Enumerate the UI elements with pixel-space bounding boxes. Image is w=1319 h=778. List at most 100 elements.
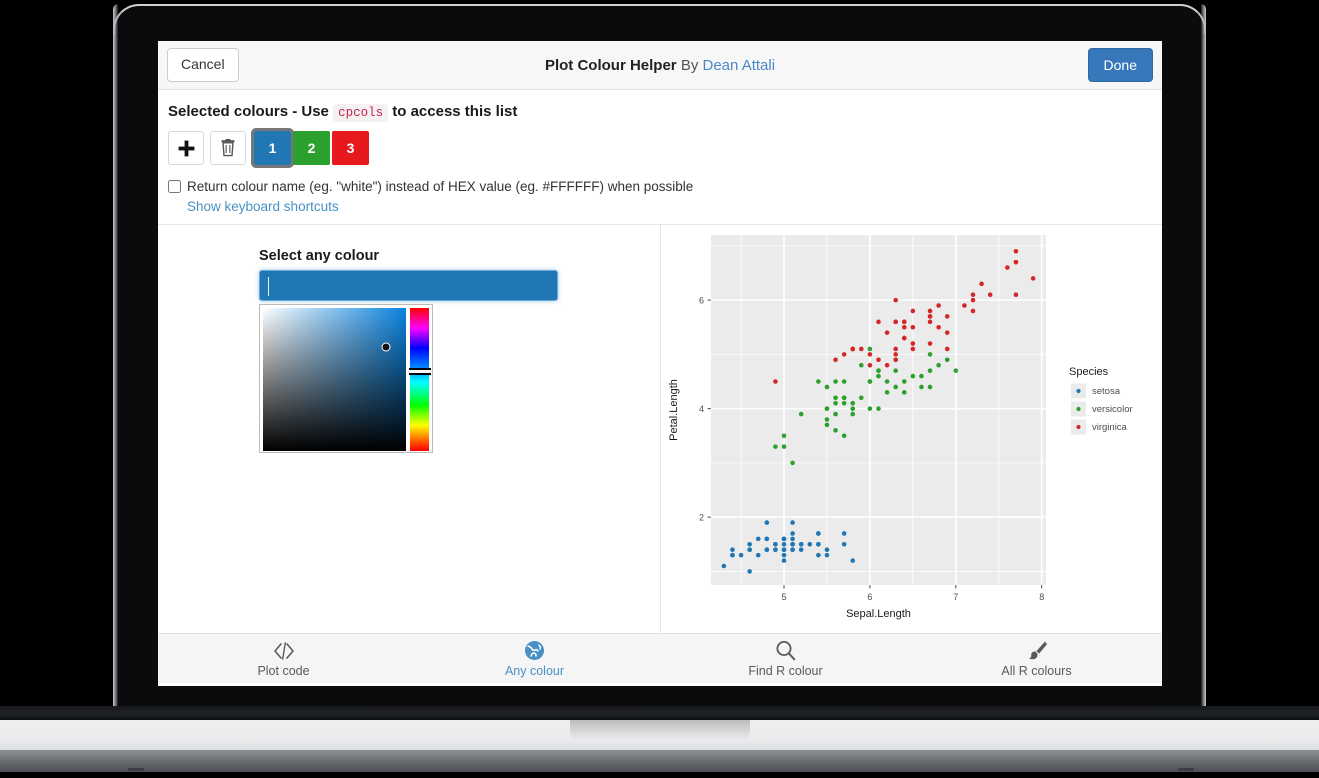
laptop-foot-dimple-left — [128, 768, 144, 771]
data-point — [867, 406, 873, 411]
x-tick-label: 6 — [867, 592, 872, 602]
data-point — [944, 346, 950, 352]
text-caret — [268, 277, 269, 296]
x-axis-label: Sepal.Length — [846, 608, 911, 620]
data-point — [1005, 265, 1010, 270]
hue-slider[interactable] — [408, 308, 431, 451]
data-point — [850, 406, 856, 411]
data-point — [893, 346, 898, 352]
data-point — [910, 373, 916, 379]
data-point — [884, 330, 890, 335]
data-point — [841, 531, 847, 536]
show-keyboard-shortcuts-link[interactable]: Show keyboard shortcuts — [187, 199, 339, 214]
data-point — [730, 552, 735, 558]
plot-svg: 5 6 7 8 2 4 6 Sepal.Length Petal.Length Species se… — [661, 225, 1162, 633]
data-point — [936, 303, 941, 308]
data-point — [850, 400, 856, 406]
data-point — [1013, 259, 1019, 265]
data-point — [919, 373, 924, 379]
author-link[interactable]: Dean Attali — [703, 57, 776, 74]
data-point — [798, 547, 804, 553]
data-point — [867, 362, 873, 368]
data-point — [936, 324, 941, 330]
colour-picker-pane: Select any colour — [158, 225, 661, 633]
data-point — [773, 542, 778, 547]
laptop-trackpad-notch — [570, 720, 750, 742]
add-colour-button[interactable] — [168, 131, 204, 165]
data-point — [1013, 292, 1019, 297]
data-point — [824, 406, 830, 411]
colour-text-input[interactable] — [259, 270, 558, 301]
data-point — [927, 384, 933, 390]
globe-icon — [524, 640, 545, 662]
return-colour-name-checkbox[interactable] — [168, 180, 181, 193]
data-point — [841, 379, 847, 384]
data-point — [816, 552, 821, 558]
data-point — [970, 297, 976, 303]
legend-title: Species — [1069, 366, 1109, 378]
colour-swatch-2[interactable]: 2 — [293, 131, 330, 165]
picker-title: Select any colour — [259, 248, 380, 264]
page-title-by: By — [680, 56, 699, 74]
y-tick-label: 4 — [699, 404, 704, 414]
screenshot-stage: Cancel Plot Colour Helper By Dean Attali… — [0, 0, 1319, 778]
data-point — [901, 319, 907, 325]
hue-slider-handle[interactable] — [408, 367, 431, 375]
nav-item-label: Plot code — [257, 663, 310, 678]
data-point — [816, 542, 821, 547]
data-point — [841, 395, 847, 401]
legend-label-versicolor: versicolor — [1092, 404, 1133, 415]
data-point — [833, 357, 838, 363]
laptop-screen: Cancel Plot Colour Helper By Dean Attali… — [158, 41, 1162, 686]
data-point — [859, 395, 864, 401]
iris-scatter-plot: 5 6 7 8 2 4 6 Sepal.Length Petal.Length Species se… — [661, 225, 1162, 633]
data-point — [833, 379, 838, 384]
data-point — [850, 346, 856, 352]
colour-swatch-3[interactable]: 3 — [332, 131, 369, 165]
laptop-foot — [0, 750, 1319, 772]
data-point — [884, 362, 890, 368]
data-point — [790, 542, 795, 547]
x-tick-label: 8 — [1039, 592, 1044, 602]
return-name-option-row: Return colour name (eg. "white") instead… — [168, 178, 1152, 216]
delete-colour-button[interactable] — [210, 131, 246, 165]
data-point — [781, 552, 787, 558]
data-point — [893, 357, 898, 363]
legend-key-virginica — [1076, 424, 1081, 430]
gadget-header: Cancel Plot Colour Helper By Dean Attali… — [158, 41, 1162, 90]
saturation-value-area[interactable] — [263, 308, 406, 451]
done-button[interactable]: Done — [1087, 47, 1153, 83]
selected-colours-heading: Selected colours - Use cpcols to access … — [168, 103, 1152, 122]
data-point — [747, 547, 752, 553]
data-point — [893, 297, 898, 303]
data-point — [790, 547, 795, 553]
data-point — [824, 422, 830, 428]
data-point — [867, 379, 873, 384]
data-point — [833, 400, 838, 406]
data-point — [979, 281, 984, 287]
nav-item-plot-code[interactable]: Plot code — [158, 634, 409, 683]
data-point — [876, 368, 881, 373]
data-point — [833, 428, 838, 433]
data-point — [876, 357, 881, 363]
y-axis-label: Petal.Length — [668, 379, 680, 441]
data-point — [841, 352, 847, 357]
data-point — [953, 368, 959, 373]
data-point — [1013, 248, 1019, 254]
legend-key-versicolor — [1076, 406, 1081, 412]
colour-swatch-1[interactable]: 1 — [251, 128, 294, 168]
cancel-button[interactable]: Cancel — [167, 48, 239, 82]
data-point — [927, 308, 933, 314]
nav-item-find-r-colour[interactable]: Find R colour — [660, 634, 911, 683]
data-point — [824, 552, 830, 558]
saturation-value-handle[interactable] — [381, 342, 391, 352]
data-point — [764, 520, 770, 525]
data-point — [910, 324, 916, 330]
data-point — [824, 384, 830, 390]
nav-item-any-colour[interactable]: Any colour — [409, 634, 660, 683]
data-point — [781, 542, 787, 547]
nav-item-label: Any colour — [504, 663, 565, 678]
heading-text-after: to access this list — [392, 103, 518, 120]
nav-item-all-r-colours[interactable]: All R colours — [911, 634, 1162, 683]
data-point — [901, 379, 907, 384]
